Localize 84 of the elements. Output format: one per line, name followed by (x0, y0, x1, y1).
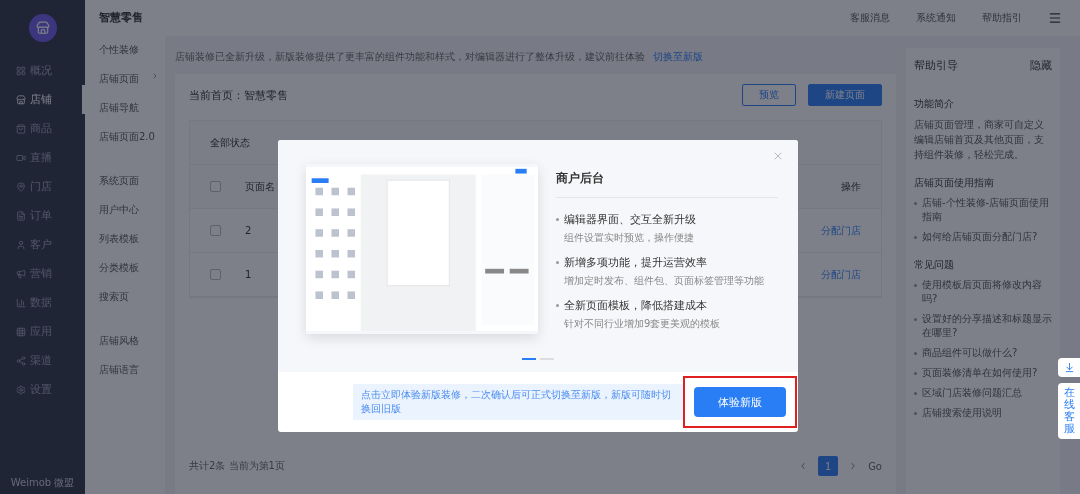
nav-icon (16, 152, 26, 163)
help-link[interactable]: 设置好的分享描述和标题显示在哪里? (922, 312, 1052, 340)
hide-link[interactable]: 隐藏 (1030, 58, 1052, 73)
current-home-label: 当前首页：智慧零售 (189, 87, 288, 103)
header-link[interactable]: 帮助指引 (982, 11, 1022, 25)
checkbox[interactable] (210, 269, 221, 280)
feature-title: 新增多项功能，提升运营效率 (564, 255, 707, 270)
subnav-title: 智慧零售 (99, 10, 144, 25)
home-button[interactable]: 预览 (742, 84, 796, 106)
column-header: 操作 (841, 179, 861, 194)
try-new-version-button[interactable]: 体验新版 (694, 387, 786, 417)
help-link[interactable]: 使用模板后页面将修改内容吗? (922, 278, 1052, 306)
nav-icon (16, 297, 26, 308)
bullet-icon (914, 318, 917, 321)
help-link[interactable]: 区域门店装修问题汇总 (922, 386, 1022, 400)
nav-icon (16, 181, 26, 192)
help-link[interactable]: 页面装修清单在如何使用? (922, 366, 1038, 380)
nav-icon (16, 384, 26, 395)
checkbox[interactable] (210, 181, 221, 192)
help-title: 帮助引导 (914, 58, 958, 73)
assign-store-link[interactable]: 分配门店 (821, 267, 861, 282)
bullet-icon (914, 202, 917, 205)
feature-text: 增加定时发布、组件包、页面标签管理等功能 (564, 274, 765, 288)
nav-icon (16, 326, 26, 337)
status-filter[interactable]: 全部状态 (210, 135, 250, 150)
feature-title: 全新页面模板，降低搭建成本 (564, 298, 707, 313)
checkbox[interactable] (210, 225, 221, 236)
bullet-icon (556, 304, 559, 307)
download-button[interactable] (1058, 358, 1080, 377)
bullet-icon (914, 284, 917, 287)
help-link[interactable]: 商品组件可以做什么? (922, 346, 1018, 360)
table-cell: 2 (245, 225, 252, 236)
assign-store-link[interactable]: 分配门店 (821, 223, 861, 238)
subnav-item[interactable]: 个性装修 (99, 43, 165, 57)
caret-icon (151, 72, 159, 80)
logo-icon (28, 14, 57, 42)
nav-icon (16, 94, 26, 105)
help-link[interactable]: 店铺搜索使用说明 (922, 406, 1002, 420)
nav-icon (16, 239, 26, 250)
online-service-button[interactable]: 在线客服 (1058, 383, 1080, 440)
dialog-title: 商户后台 (556, 164, 778, 198)
help-section-title: 功能简介 (914, 97, 955, 111)
header-link[interactable]: 客服消息 (850, 11, 890, 25)
subnav-item[interactable]: 店铺导航 (99, 101, 165, 115)
bullet-icon (914, 412, 917, 415)
bullet-icon (914, 352, 917, 355)
subnav-item[interactable]: 系统页面 (99, 174, 165, 188)
bullet-icon (556, 218, 559, 221)
help-text: 店铺页面管理，商家可自定义编辑店铺首页及其他页面，支持组件装修，轻松完成。 (914, 118, 1045, 162)
help-section-title: 店铺页面使用指南 (914, 176, 995, 190)
subnav-item[interactable]: 店铺页面 (99, 72, 165, 86)
go-button[interactable]: Go (868, 460, 882, 472)
feature-text: 组件设置实时预览，操作便捷 (564, 231, 695, 245)
column-header: 页面名 (245, 179, 275, 194)
help-link[interactable]: 店铺-个性装修-店铺页面使用指南 (922, 196, 1052, 224)
home-button[interactable]: 新建页面 (808, 84, 882, 106)
subnav-item[interactable]: 店铺语言 (99, 363, 165, 377)
help-section-title: 常见问题 (914, 258, 955, 272)
tip-text: 点击立即体验新版装修，二次确认后可正式切换至新版，新版可随时切换回旧版 (353, 384, 683, 420)
nav-icon (16, 268, 26, 279)
bullet-icon (914, 236, 917, 239)
feature-text: 针对不同行业增加9套更美观的模板 (564, 317, 722, 331)
menu-icon[interactable] (1048, 11, 1062, 25)
feature-title: 编辑器界面、交互全新升级 (564, 212, 696, 227)
nav-icon (16, 65, 26, 76)
subnav-item[interactable]: 分类模板 (99, 261, 165, 275)
table-cell: 1 (245, 269, 252, 280)
subnav-item[interactable]: 用户中心 (99, 203, 165, 217)
bullet-icon (914, 392, 917, 395)
brand-label: Weimob 微盟 (10, 476, 75, 490)
help-link[interactable]: 如何给店铺页面分配门店? (922, 230, 1038, 244)
subnav-item[interactable]: 店铺页面2.0 (99, 130, 165, 144)
page-button[interactable]: 1 (818, 456, 839, 476)
download-icon (1063, 362, 1075, 373)
header-link[interactable]: 系统通知 (916, 11, 956, 25)
bullet-icon (914, 372, 917, 375)
switch-link[interactable]: 切换至新版 (653, 51, 703, 62)
nav-icon (16, 210, 26, 221)
bullet-icon (556, 261, 559, 264)
nav-icon (16, 355, 26, 366)
subnav-item[interactable]: 店铺风格 (99, 334, 165, 348)
nav-icon (16, 123, 26, 134)
subnav-item[interactable]: 搜索页 (99, 290, 165, 304)
subnav-item[interactable]: 列表模板 (99, 232, 165, 246)
